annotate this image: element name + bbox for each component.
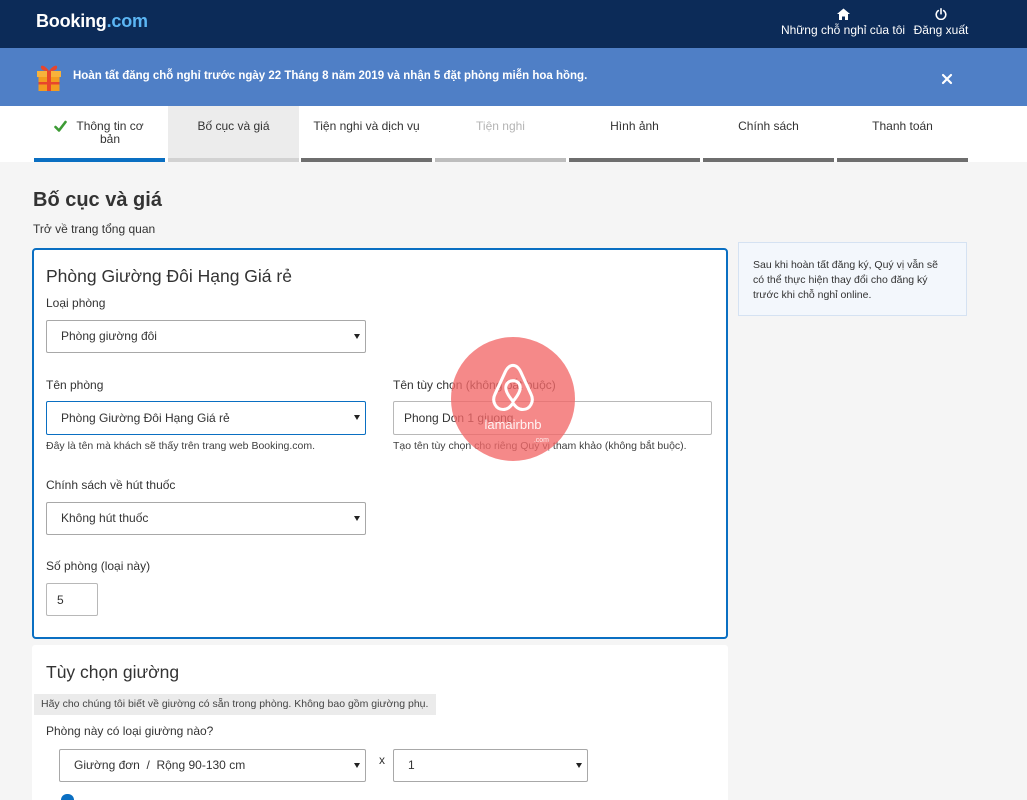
logo-suffix: .com bbox=[106, 11, 148, 31]
step-tab-policies[interactable]: Chính sách bbox=[703, 106, 834, 162]
room-count-input[interactable] bbox=[46, 583, 98, 616]
top-bar: Booking.com Những chỗ nghỉ của tôi Đăng … bbox=[0, 0, 1027, 48]
multiply-sign: x bbox=[379, 753, 385, 767]
room-details-card: Phòng Giường Đôi Hạng Giá rẻ Loại phòng … bbox=[32, 248, 728, 639]
step-label: Thanh toán bbox=[872, 119, 933, 133]
room-name-label: Tên phòng bbox=[46, 378, 104, 392]
banner-message: Hoàn tất đăng chỗ nghỉ trước ngày 22 Thá… bbox=[73, 70, 588, 82]
smoking-policy-label: Chính sách về hút thuốc bbox=[46, 478, 176, 492]
step-tab-facilities-services[interactable]: Tiện nghi và dịch vụ bbox=[301, 106, 432, 162]
back-to-overview-link[interactable]: Trở về trang tổng quan bbox=[33, 222, 155, 236]
home-icon bbox=[836, 8, 850, 20]
check-icon bbox=[54, 120, 67, 132]
bed-type-select[interactable]: Giường đơn / Rộng 90-130 cm bbox=[59, 749, 366, 782]
my-properties-link[interactable]: Những chỗ nghỉ của tôi bbox=[777, 8, 909, 37]
close-icon[interactable] bbox=[941, 73, 953, 85]
step-tab-basic-info[interactable]: Thông tin cơ bản bbox=[34, 106, 165, 162]
step-tab-photos[interactable]: Hình ảnh bbox=[569, 106, 700, 162]
step-label: Tiện nghi bbox=[476, 119, 525, 133]
logout-link[interactable]: Đăng xuất bbox=[911, 8, 971, 37]
page-title: Bố cục và giá bbox=[33, 189, 162, 211]
bed-note: Hãy cho chúng tôi biết về giường có sẵn … bbox=[34, 694, 437, 715]
add-bed-type-icon[interactable] bbox=[61, 794, 74, 800]
my-properties-label: Những chỗ nghỉ của tôi bbox=[780, 23, 906, 37]
registration-tip-text: Sau khi hoàn tất đăng ký, Quý vị vẫn sẽ … bbox=[753, 259, 939, 301]
chevron-down-icon bbox=[354, 415, 360, 420]
booking-logo[interactable]: Booking.com bbox=[36, 10, 148, 32]
step-label: Bố cục và giá bbox=[197, 119, 270, 133]
room-type-select[interactable]: Phòng giường đôi bbox=[46, 320, 366, 353]
logout-label: Đăng xuất bbox=[913, 23, 969, 37]
logo-wordmark: Booking bbox=[36, 11, 107, 31]
progress-steps: Thông tin cơ bản Bố cục và giá Tiện nghi… bbox=[34, 106, 969, 162]
room-type-value: Phòng giường đôi bbox=[61, 329, 157, 343]
watermark-suffix: .com bbox=[534, 437, 549, 444]
gift-icon bbox=[37, 65, 61, 91]
promo-banner: Hoàn tất đăng chỗ nghỉ trước ngày 22 Thá… bbox=[0, 48, 1027, 106]
room-card-title: Phòng Giường Đôi Hạng Giá rẻ bbox=[46, 266, 292, 286]
step-tab-payments[interactable]: Thanh toán bbox=[837, 106, 968, 162]
room-name-value: Phòng Giường Đôi Hạng Giá rẻ bbox=[61, 411, 230, 425]
step-label: Chính sách bbox=[738, 119, 799, 133]
bed-type-value: Giường đơn / Rộng 90-130 cm bbox=[74, 758, 246, 772]
step-label: Tiện nghi và dịch vụ bbox=[313, 119, 420, 133]
bed-count-value: 1 bbox=[408, 758, 415, 772]
room-count-label: Số phòng (loại này) bbox=[46, 559, 151, 573]
bed-question-label: Phòng này có loại giường nào? bbox=[46, 724, 214, 738]
step-tab-amenities: Tiện nghi bbox=[435, 106, 566, 162]
bed-options-card: Tùy chọn giường Hãy cho chúng tôi biết v… bbox=[32, 645, 728, 800]
bed-count-select[interactable]: 1 bbox=[393, 749, 588, 782]
room-type-label: Loại phòng bbox=[46, 296, 106, 310]
room-name-help: Đây là tên mà khách sẽ thấy trên trang w… bbox=[46, 440, 316, 452]
chevron-down-icon bbox=[354, 763, 360, 768]
smoking-policy-select[interactable]: Không hút thuốc bbox=[46, 502, 366, 535]
smoking-policy-value: Không hút thuốc bbox=[61, 511, 149, 525]
step-label: Hình ảnh bbox=[610, 119, 659, 133]
bed-card-title: Tùy chọn giường bbox=[46, 662, 180, 682]
registration-tip-box: Sau khi hoàn tất đăng ký, Quý vị vẫn sẽ … bbox=[738, 242, 967, 316]
power-icon bbox=[935, 8, 947, 20]
room-name-select[interactable]: Phòng Giường Đôi Hạng Giá rẻ bbox=[46, 401, 366, 435]
chevron-down-icon bbox=[576, 763, 582, 768]
chevron-down-icon bbox=[354, 516, 360, 521]
chevron-down-icon bbox=[354, 334, 360, 339]
watermark-logo: lamairbnb .com bbox=[451, 337, 575, 461]
watermark-brand: lamairbnb bbox=[484, 417, 541, 432]
step-label: Thông tin cơ bản bbox=[76, 119, 144, 146]
step-tab-layout-pricing[interactable]: Bố cục và giá bbox=[168, 106, 299, 162]
